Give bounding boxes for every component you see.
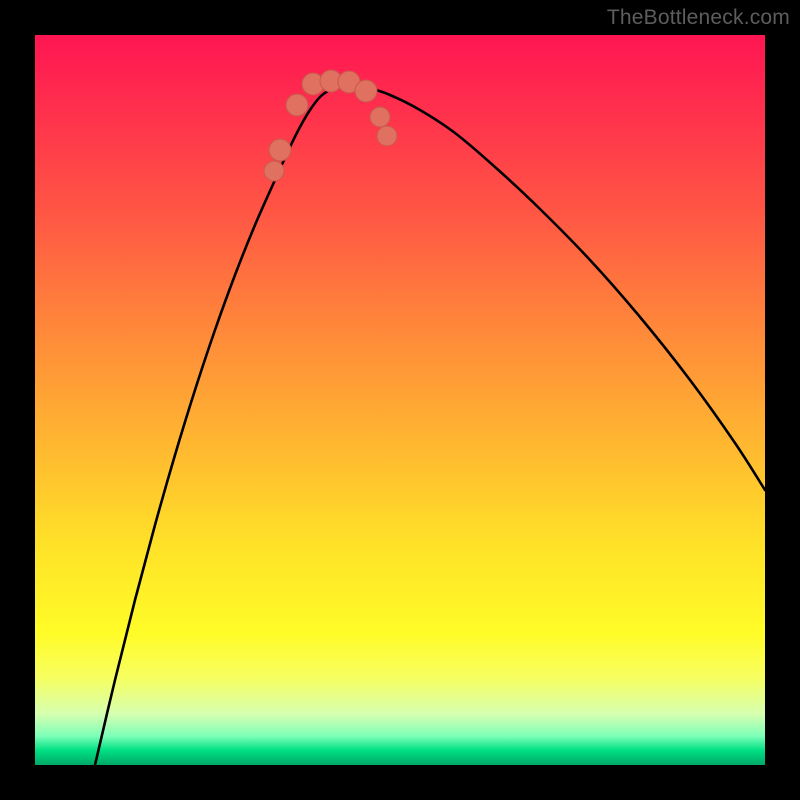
trough-marker <box>370 107 390 127</box>
trough-markers <box>264 70 397 181</box>
bottleneck-curve <box>95 85 765 765</box>
curve-svg <box>35 35 765 765</box>
trough-marker <box>269 139 291 161</box>
trough-marker <box>377 126 397 146</box>
trough-marker <box>355 80 377 102</box>
watermark-text: TheBottleneck.com <box>607 6 790 30</box>
chart-frame: TheBottleneck.com <box>0 0 800 800</box>
plot-area <box>35 35 765 765</box>
trough-marker <box>264 161 284 181</box>
trough-marker <box>286 94 308 116</box>
